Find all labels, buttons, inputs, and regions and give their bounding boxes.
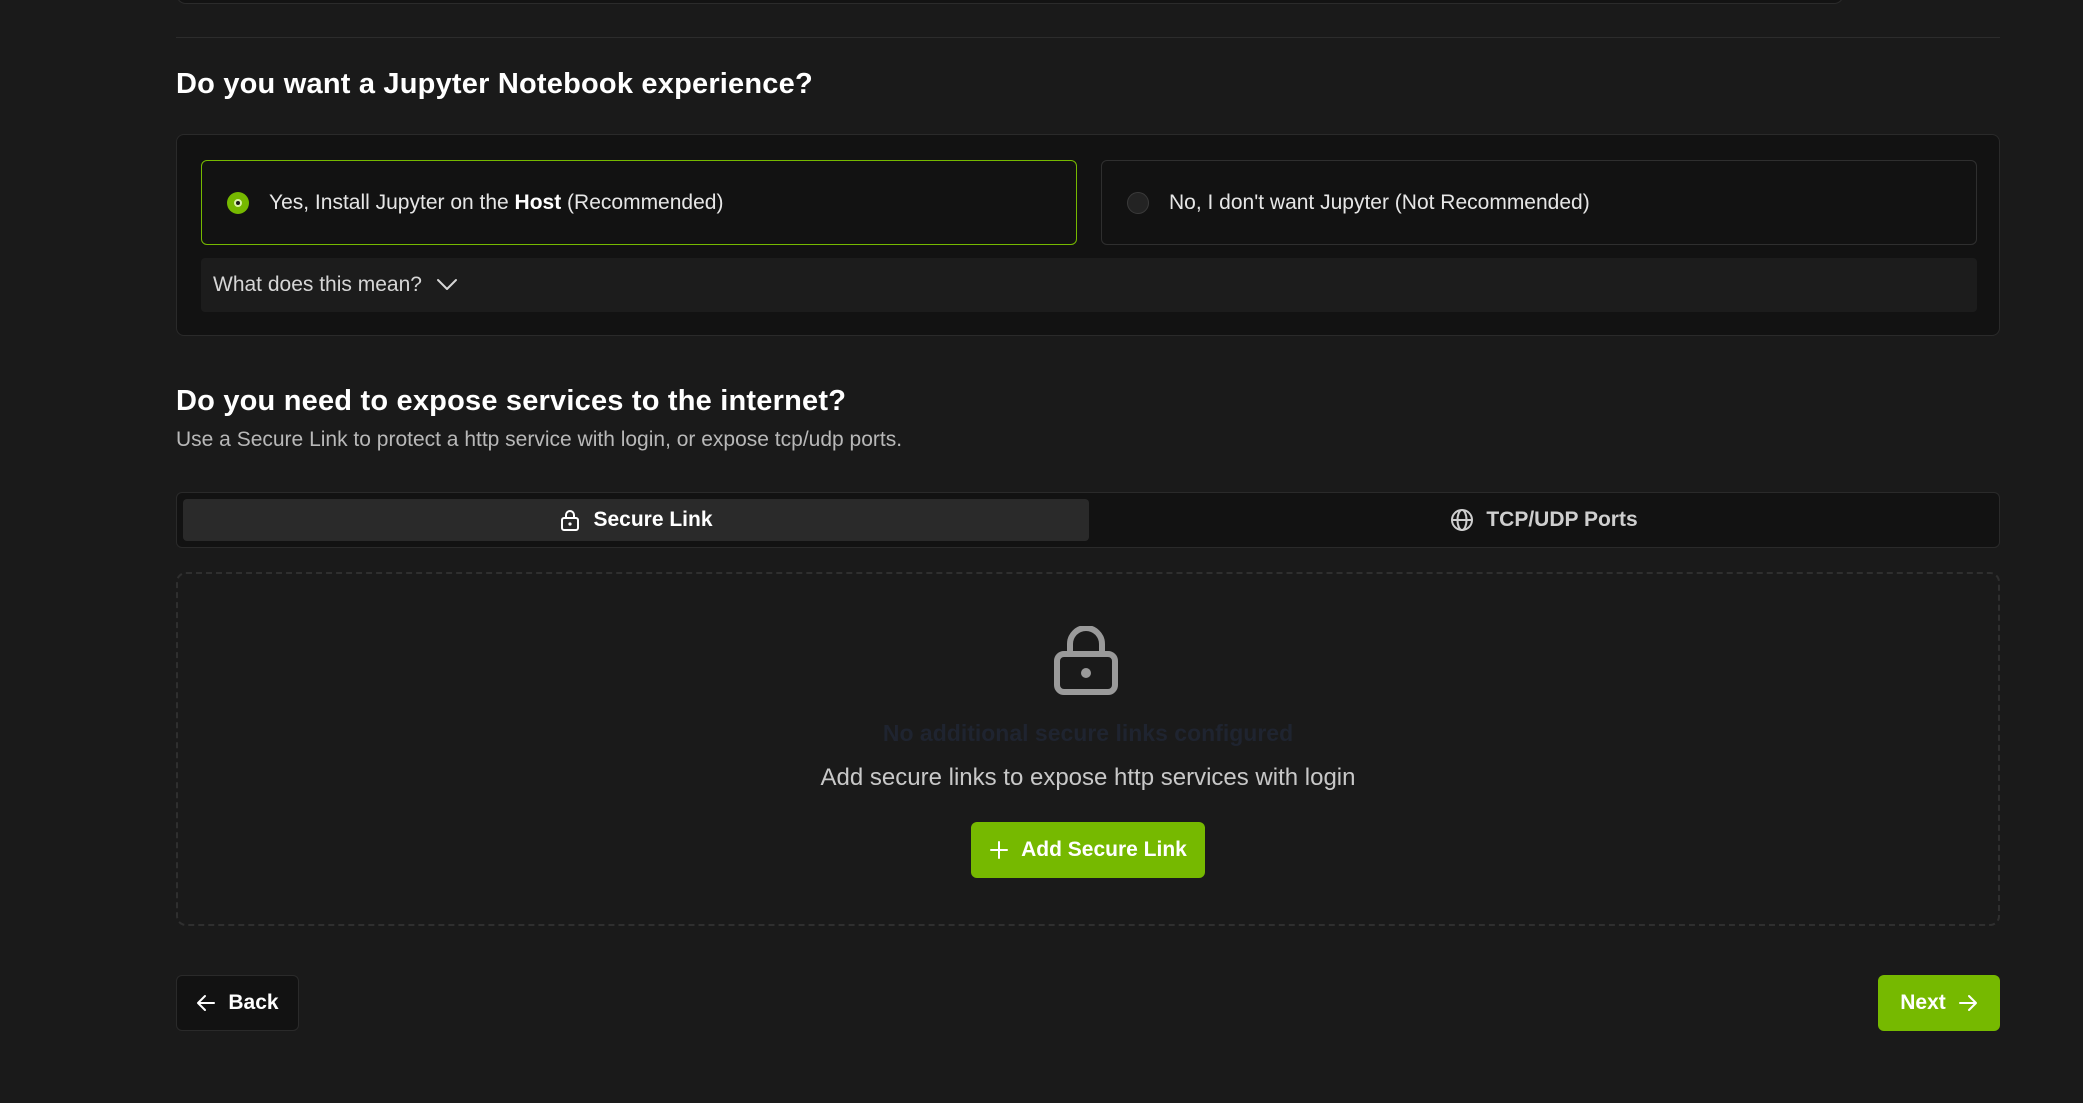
next-label: Next xyxy=(1900,991,1946,1014)
section-divider xyxy=(176,37,2000,38)
lock-icon xyxy=(1052,625,1120,701)
globe-icon xyxy=(1450,508,1474,532)
radio-checked-icon[interactable] xyxy=(227,191,249,214)
back-button[interactable]: Back xyxy=(176,975,299,1031)
tab-secure-link[interactable]: Secure Link xyxy=(183,499,1089,541)
add-secure-link-button[interactable]: Add Secure Link xyxy=(971,822,1205,878)
arrow-right-icon xyxy=(1958,994,1978,1012)
jupyter-option-no-label: No, I don't want Jupyter (Not Recommende… xyxy=(1169,190,1590,214)
lock-icon xyxy=(559,508,581,532)
empty-state-title: No additional secure links configured xyxy=(882,720,1294,746)
tab-secure-link-label: Secure Link xyxy=(593,508,713,531)
next-button[interactable]: Next xyxy=(1878,975,2000,1031)
empty-state-description: Add secure links to expose http services… xyxy=(820,764,1356,791)
jupyter-options-panel: Yes, Install Jupyter on the Host (Recomm… xyxy=(176,134,2000,336)
tab-tcp-udp-ports[interactable]: TCP/UDP Ports xyxy=(1091,499,1997,541)
add-secure-link-label: Add Secure Link xyxy=(1021,838,1187,861)
expose-subheading: Use a Secure Link to protect a http serv… xyxy=(176,428,903,451)
tab-tcp-udp-ports-label: TCP/UDP Ports xyxy=(1486,508,1638,531)
back-label: Back xyxy=(228,991,279,1014)
what-does-this-mean-toggle[interactable]: What does this mean? xyxy=(201,258,1977,312)
radio-unchecked-icon[interactable] xyxy=(1127,191,1149,214)
previous-field-edge xyxy=(176,0,1844,4)
jupyter-option-yes[interactable]: Yes, Install Jupyter on the Host (Recomm… xyxy=(201,160,1077,245)
what-does-this-mean-label: What does this mean? xyxy=(213,273,422,296)
chevron-down-icon xyxy=(436,278,458,292)
arrow-left-icon xyxy=(196,994,216,1012)
jupyter-heading: Do you want a Jupyter Notebook experienc… xyxy=(176,68,813,100)
expose-tabs: Secure Link TCP/UDP Ports xyxy=(176,492,2000,548)
plus-icon xyxy=(989,840,1009,860)
jupyter-option-no[interactable]: No, I don't want Jupyter (Not Recommende… xyxy=(1101,160,1977,245)
secure-links-empty-state: No additional secure links configured Ad… xyxy=(176,572,2000,926)
expose-heading: Do you need to expose services to the in… xyxy=(176,385,847,417)
jupyter-option-yes-label: Yes, Install Jupyter on the Host (Recomm… xyxy=(269,190,724,214)
wizard-page: Do you want a Jupyter Notebook experienc… xyxy=(0,0,2083,1103)
